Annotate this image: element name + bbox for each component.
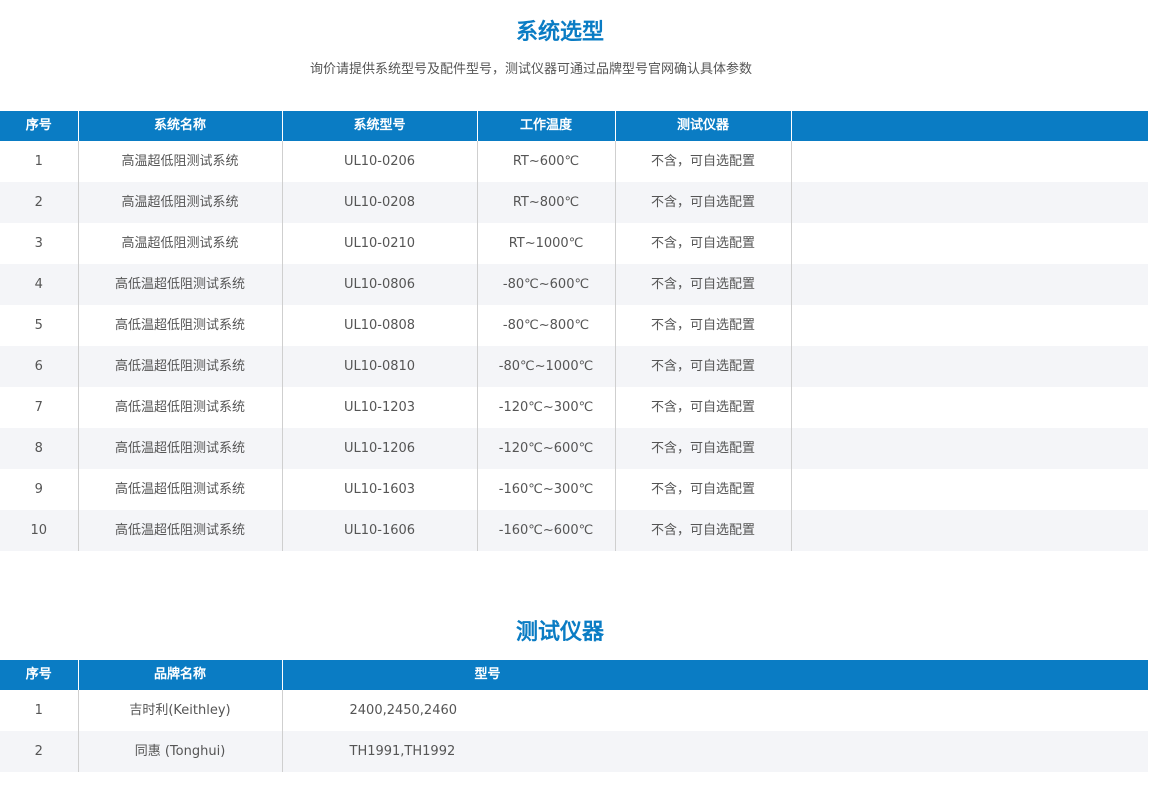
cell-name: 高低温超低阻测试系统 [78, 346, 283, 387]
cell-model: UL10-0206 [282, 141, 478, 182]
cell-index: 3 [0, 223, 79, 264]
cell-instrument: 不含，可自选配置 [615, 182, 792, 223]
header-system-name: 系统名称 [78, 111, 283, 141]
cell-empty [791, 223, 1148, 264]
cell-empty [791, 305, 1148, 346]
cell-index: 1 [0, 141, 79, 182]
cell-index: 9 [0, 469, 79, 510]
cell-temp: -160℃~600℃ [477, 510, 616, 551]
cell-instrument: 不含，可自选配置 [615, 223, 792, 264]
table-row: 2 高温超低阻测试系统 UL10-0208 RT~800℃ 不含，可自选配置 [0, 182, 1148, 223]
cell-model: UL10-1603 [282, 469, 478, 510]
cell-index: 7 [0, 387, 79, 428]
table-row: 7 高低温超低阻测试系统 UL10-1203 -120℃~300℃ 不含，可自选… [0, 387, 1148, 428]
cell-model: TH1991,TH1992 [282, 731, 1148, 772]
system-selection-title: 系统选型 [515, 20, 604, 45]
cell-temp: RT~800℃ [477, 182, 616, 223]
cell-name: 高低温超低阻测试系统 [78, 510, 283, 551]
cell-name: 高温超低阻测试系统 [78, 182, 283, 223]
header-instrument: 测试仪器 [615, 111, 792, 141]
cell-model: UL10-0810 [282, 346, 478, 387]
cell-index: 4 [0, 264, 79, 305]
cell-model: UL10-0208 [282, 182, 478, 223]
header-index: 序号 [0, 111, 79, 141]
cell-instrument: 不含，可自选配置 [615, 387, 792, 428]
table-row: 2 同惠 (Tonghui) TH1991,TH1992 [0, 731, 1148, 772]
table-row: 9 高低温超低阻测试系统 UL10-1603 -160℃~300℃ 不含，可自选… [0, 469, 1148, 510]
table-row: 1 高温超低阻测试系统 UL10-0206 RT~600℃ 不含，可自选配置 [0, 141, 1148, 182]
header-working-temp: 工作温度 [477, 111, 616, 141]
cell-model: UL10-0210 [282, 223, 478, 264]
cell-index: 6 [0, 346, 79, 387]
cell-model: UL10-0806 [282, 264, 478, 305]
cell-empty [791, 428, 1148, 469]
header-brand-name: 品牌名称 [78, 660, 283, 690]
cell-empty [791, 469, 1148, 510]
cell-index: 2 [0, 182, 79, 223]
cell-model: UL10-1203 [282, 387, 478, 428]
cell-empty [791, 387, 1148, 428]
system-selection-table: 序号 系统名称 系统型号 工作温度 测试仪器 1 高温超低阻测试系统 UL10-… [0, 111, 1148, 551]
cell-name: 高低温超低阻测试系统 [78, 305, 283, 346]
cell-instrument: 不含，可自选配置 [615, 346, 792, 387]
header-system-model: 系统型号 [282, 111, 478, 141]
cell-empty [791, 182, 1148, 223]
table-row: 4 高低温超低阻测试系统 UL10-0806 -80℃~600℃ 不含，可自选配… [0, 264, 1148, 305]
cell-name: 高低温超低阻测试系统 [78, 387, 283, 428]
inquiry-note: 询价请提供系统型号及配件型号，测试仪器可通过品牌型号官网确认具体参数 [309, 62, 752, 77]
cell-model: 2400,2450,2460 [282, 690, 1148, 731]
cell-temp: -80℃~800℃ [477, 305, 616, 346]
cell-name: 高温超低阻测试系统 [78, 223, 283, 264]
cell-index: 1 [0, 690, 79, 731]
header-model: 型号 [474, 667, 501, 682]
cell-instrument: 不含，可自选配置 [615, 305, 792, 346]
cell-empty [791, 346, 1148, 387]
cell-model: UL10-1606 [282, 510, 478, 551]
table-header-row: 序号 系统名称 系统型号 工作温度 测试仪器 [0, 111, 1148, 141]
cell-index: 10 [0, 510, 79, 551]
table-row: 10 高低温超低阻测试系统 UL10-1606 -160℃~600℃ 不含，可自… [0, 510, 1148, 551]
cell-index: 5 [0, 305, 79, 346]
cell-empty [791, 510, 1148, 551]
cell-temp: -120℃~600℃ [477, 428, 616, 469]
cell-temp: -120℃~300℃ [477, 387, 616, 428]
table-row: 3 高温超低阻测试系统 UL10-0210 RT~1000℃ 不含，可自选配置 [0, 223, 1148, 264]
cell-instrument: 不含，可自选配置 [615, 428, 792, 469]
cell-name: 高低温超低阻测试系统 [78, 264, 283, 305]
cell-temp: RT~600℃ [477, 141, 616, 182]
cell-name: 高低温超低阻测试系统 [78, 469, 283, 510]
cell-instrument: 不含，可自选配置 [615, 510, 792, 551]
cell-temp: RT~1000℃ [477, 223, 616, 264]
header-empty [791, 111, 1148, 141]
cell-model: UL10-0808 [282, 305, 478, 346]
cell-empty [791, 264, 1148, 305]
cell-temp: -80℃~600℃ [477, 264, 616, 305]
table-row: 8 高低温超低阻测试系统 UL10-1206 -120℃~600℃ 不含，可自选… [0, 428, 1148, 469]
cell-model: UL10-1206 [282, 428, 478, 469]
table-row: 6 高低温超低阻测试系统 UL10-0810 -80℃~1000℃ 不含，可自选… [0, 346, 1148, 387]
cell-name: 高低温超低阻测试系统 [78, 428, 283, 469]
table-row: 5 高低温超低阻测试系统 UL10-0808 -80℃~800℃ 不含，可自选配… [0, 305, 1148, 346]
cell-brand: 吉时利(Keithley) [78, 690, 283, 731]
test-instrument-title: 测试仪器 [515, 620, 604, 645]
header-index: 序号 [0, 660, 79, 690]
cell-index: 2 [0, 731, 79, 772]
cell-instrument: 不含，可自选配置 [615, 264, 792, 305]
cell-temp: -160℃~300℃ [477, 469, 616, 510]
cell-empty [791, 141, 1148, 182]
cell-index: 8 [0, 428, 79, 469]
test-instrument-table: 序号 品牌名称 型号 1 吉时利(Keithley) 2400,2450,246… [0, 660, 1148, 772]
table-row: 1 吉时利(Keithley) 2400,2450,2460 [0, 690, 1148, 731]
cell-instrument: 不含，可自选配置 [615, 469, 792, 510]
cell-temp: -80℃~1000℃ [477, 346, 616, 387]
cell-instrument: 不含，可自选配置 [615, 141, 792, 182]
table-header-row: 序号 品牌名称 型号 [0, 660, 1148, 690]
cell-brand: 同惠 (Tonghui) [78, 731, 283, 772]
cell-name: 高温超低阻测试系统 [78, 141, 283, 182]
